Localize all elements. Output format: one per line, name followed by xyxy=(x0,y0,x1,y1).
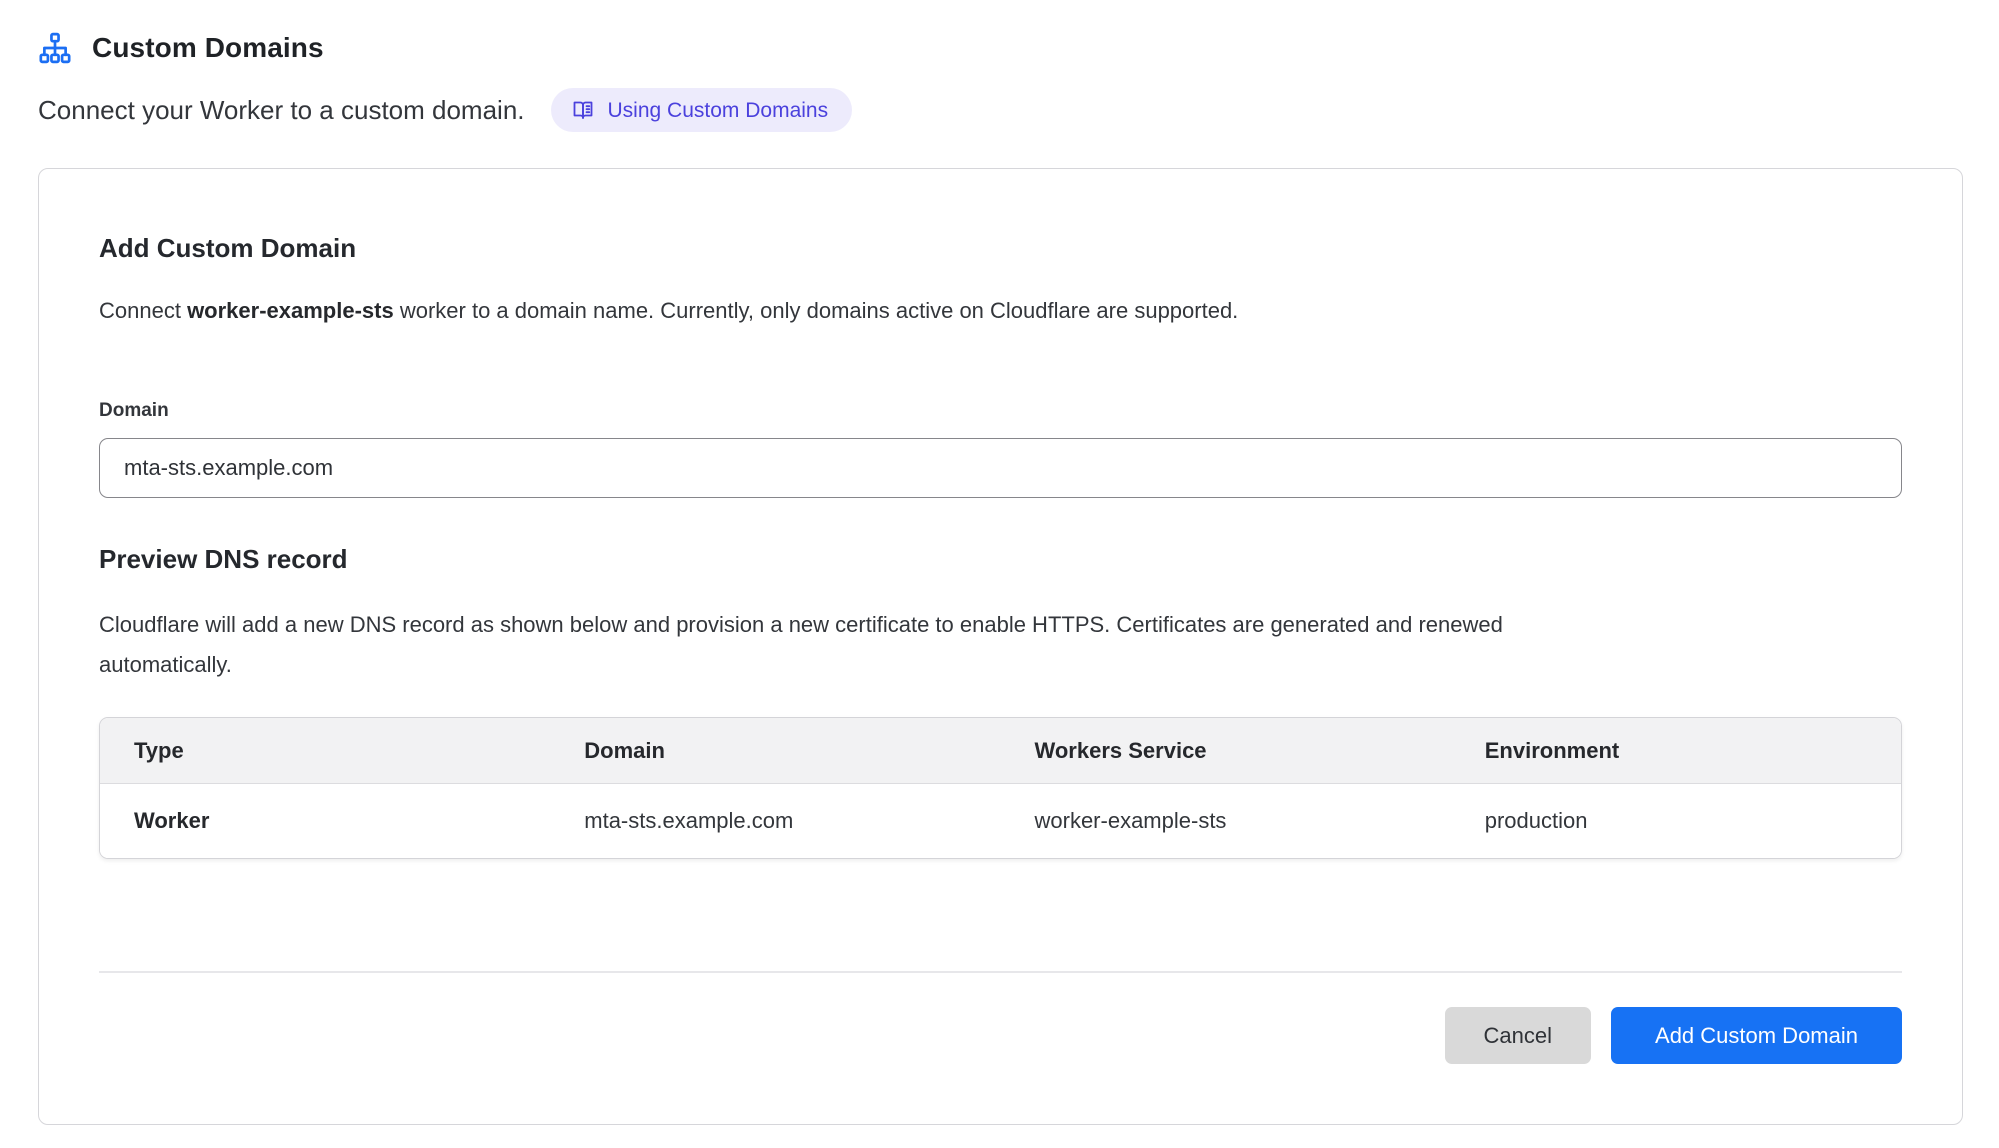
cell-domain: mta-sts.example.com xyxy=(550,808,1000,834)
column-header-workers-service: Workers Service xyxy=(1001,738,1451,764)
docs-badge-label: Using Custom Domains xyxy=(608,100,829,121)
page-subtitle: Connect your Worker to a custom domain. xyxy=(38,95,525,126)
domain-input[interactable] xyxy=(99,438,1902,498)
dns-table-header: Type Domain Workers Service Environment xyxy=(100,718,1901,784)
table-row: Worker mta-sts.example.com worker-exampl… xyxy=(100,784,1901,858)
worker-name: worker-example-sts xyxy=(187,298,394,323)
cancel-button[interactable]: Cancel xyxy=(1445,1007,1591,1064)
column-header-type: Type xyxy=(100,738,550,764)
page-header: Custom Domains xyxy=(38,28,1965,68)
cell-type: Worker xyxy=(100,808,550,834)
panel-intro: Connect worker-example-sts worker to a d… xyxy=(99,298,1902,324)
panel-title: Add Custom Domain xyxy=(99,233,1902,264)
custom-domains-page: Custom Domains Connect your Worker to a … xyxy=(0,0,1999,1148)
add-custom-domain-button[interactable]: Add Custom Domain xyxy=(1611,1007,1902,1064)
column-header-environment: Environment xyxy=(1451,738,1901,764)
footer-divider xyxy=(99,971,1902,973)
add-custom-domain-panel: Add Custom Domain Connect worker-example… xyxy=(38,168,1963,1125)
open-book-icon xyxy=(571,98,595,122)
dns-preview-table: Type Domain Workers Service Environment … xyxy=(99,717,1902,859)
domain-field-label: Domain xyxy=(99,400,1902,422)
footer-actions: Cancel Add Custom Domain xyxy=(99,1007,1902,1064)
preview-dns-record-description: Cloudflare will add a new DNS record as … xyxy=(99,605,1554,685)
column-header-domain: Domain xyxy=(550,738,1000,764)
cell-workers-service: worker-example-sts xyxy=(1001,808,1451,834)
cell-environment: production xyxy=(1451,808,1901,834)
intro-prefix: Connect xyxy=(99,298,187,323)
preview-dns-record-title: Preview DNS record xyxy=(99,544,1902,575)
page-title: Custom Domains xyxy=(92,32,324,64)
page-subtitle-row: Connect your Worker to a custom domain. … xyxy=(38,88,1965,132)
using-custom-domains-link[interactable]: Using Custom Domains xyxy=(551,88,853,132)
intro-suffix: worker to a domain name. Currently, only… xyxy=(394,298,1239,323)
sitemap-icon xyxy=(38,31,72,65)
